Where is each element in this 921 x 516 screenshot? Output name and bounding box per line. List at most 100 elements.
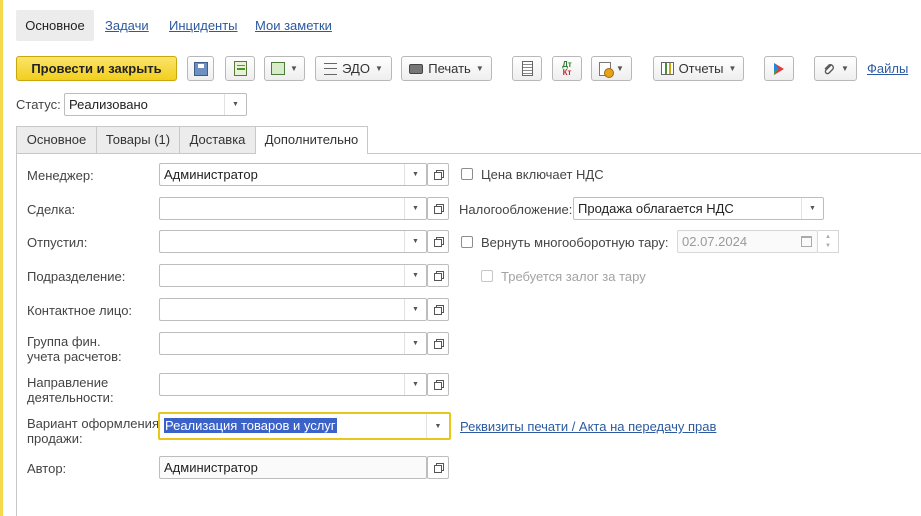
- date-spinner[interactable]: ▲ ▼: [818, 230, 839, 253]
- nav-my-notes[interactable]: Мои заметки: [255, 10, 332, 41]
- return-tare-label: Вернуть многооборотную тару:: [481, 235, 669, 250]
- reports-label: Отчеты: [678, 61, 724, 76]
- manager-field[interactable]: Администратор ▼: [159, 163, 427, 186]
- chevron-down-icon[interactable]: ▼: [404, 333, 426, 354]
- price-incl-vat-checkbox[interactable]: [461, 168, 473, 180]
- print-button[interactable]: Печать ▼: [401, 56, 492, 81]
- nav-main[interactable]: Основное: [16, 10, 94, 41]
- dt-kt-icon: Дт Кт: [562, 60, 572, 77]
- manager-value: Администратор: [164, 167, 258, 182]
- return-tare-date-field[interactable]: 02.07.2024: [677, 230, 818, 253]
- fin-group-open-button[interactable]: [427, 332, 449, 355]
- nav-tasks[interactable]: Задачи: [105, 10, 149, 41]
- chevron-down-icon[interactable]: ▼: [224, 94, 246, 115]
- files-link[interactable]: Файлы: [867, 61, 908, 76]
- status-label: Статус:: [16, 97, 61, 112]
- author-open-button[interactable]: [427, 456, 449, 479]
- printer-icon: [409, 63, 424, 74]
- open-form-icon: [433, 339, 444, 349]
- open-form-icon: [433, 237, 444, 247]
- paperclip-icon: [824, 63, 834, 74]
- save-button[interactable]: [187, 56, 214, 81]
- direction-field[interactable]: ▼: [159, 373, 427, 396]
- related-documents-button[interactable]: ▼: [591, 56, 632, 81]
- author-label: Автор:: [27, 461, 67, 476]
- chevron-down-icon: ▼: [290, 64, 298, 73]
- chevron-down-icon[interactable]: ▼: [426, 414, 449, 438]
- create-based-on-button[interactable]: ▼: [264, 56, 305, 81]
- post-and-close-label: Провести и закрыть: [31, 61, 162, 76]
- deal-field[interactable]: ▼: [159, 197, 427, 220]
- attachments-button[interactable]: ▼: [814, 56, 857, 81]
- open-form-icon: [433, 305, 444, 315]
- journal-button[interactable]: [512, 56, 542, 81]
- tab-delivery[interactable]: Доставка: [179, 126, 256, 153]
- calendar-icon[interactable]: [796, 231, 817, 252]
- sale-variant-value: Реализация товаров и услуг: [164, 418, 337, 433]
- deposit-required-label: Требуется залог за тару: [501, 269, 646, 284]
- chevron-down-icon[interactable]: ▼: [404, 164, 426, 185]
- edo-icon: [324, 62, 338, 75]
- chevron-down-icon: ▼: [616, 64, 624, 73]
- play-icon: [774, 62, 784, 75]
- print-requisites-link[interactable]: Реквизиты печати / Акта на передачу прав: [460, 419, 716, 434]
- open-form-icon: [433, 271, 444, 281]
- tab-main[interactable]: Основное: [16, 126, 97, 153]
- shipped-by-open-button[interactable]: [427, 230, 449, 253]
- manager-open-button[interactable]: [427, 163, 449, 186]
- contact-field[interactable]: ▼: [159, 298, 427, 321]
- edo-button[interactable]: ЭДО ▼: [315, 56, 392, 81]
- spin-up-icon[interactable]: ▲: [825, 233, 831, 242]
- chevron-down-icon[interactable]: ▼: [404, 198, 426, 219]
- shipped-by-label: Отпустил:: [27, 235, 88, 250]
- sale-variant-field[interactable]: Реализация товаров и услуг ▼: [158, 412, 451, 440]
- shipped-by-field[interactable]: ▼: [159, 230, 427, 253]
- direction-label: Направление деятельности:: [27, 375, 114, 405]
- post-button[interactable]: [225, 56, 255, 81]
- create-based-on-icon: [271, 62, 286, 75]
- save-icon: [193, 61, 208, 76]
- price-incl-vat-label: Цена включает НДС: [481, 167, 604, 182]
- print-label: Печать: [428, 61, 471, 76]
- tab-goods[interactable]: Товары (1): [96, 126, 180, 153]
- chevron-down-icon: ▼: [728, 64, 737, 73]
- direction-open-button[interactable]: [427, 373, 449, 396]
- direction-label-line2: деятельности:: [27, 390, 114, 405]
- spin-down-icon[interactable]: ▼: [825, 242, 831, 251]
- contact-open-button[interactable]: [427, 298, 449, 321]
- reports-button[interactable]: Отчеты ▼: [653, 56, 744, 81]
- chevron-down-icon[interactable]: ▼: [404, 265, 426, 286]
- department-field[interactable]: ▼: [159, 264, 427, 287]
- tab-divider: [16, 153, 921, 154]
- chevron-down-icon[interactable]: ▼: [404, 374, 426, 395]
- sale-variant-label: Вариант оформления продажи:: [27, 416, 159, 446]
- manager-label: Менеджер:: [27, 168, 94, 183]
- status-select[interactable]: Реализовано ▼: [64, 93, 247, 116]
- department-open-button[interactable]: [427, 264, 449, 287]
- post-and-close-button[interactable]: Провести и закрыть: [16, 56, 177, 81]
- nav-incidents[interactable]: Инциденты: [169, 10, 238, 41]
- open-form-icon: [433, 204, 444, 214]
- files-link-text[interactable]: Файлы: [867, 61, 908, 76]
- related-documents-icon: [599, 61, 615, 78]
- edo-label: ЭДО: [342, 61, 370, 76]
- chevron-down-icon[interactable]: ▼: [801, 198, 823, 219]
- fin-group-field[interactable]: ▼: [159, 332, 427, 355]
- deal-open-button[interactable]: [427, 197, 449, 220]
- fin-group-label: Группа фин. учета расчетов:: [27, 334, 122, 364]
- chevron-down-icon[interactable]: ▼: [404, 231, 426, 252]
- author-field: Администратор: [159, 456, 427, 479]
- document-list-icon: [521, 61, 533, 76]
- tab-additional[interactable]: Дополнительно: [255, 126, 368, 154]
- print-requisites-link-text[interactable]: Реквизиты печати / Акта на передачу прав: [460, 419, 716, 434]
- play-button[interactable]: [764, 56, 794, 81]
- dt-kt-button[interactable]: Дт Кт: [552, 56, 582, 81]
- taxation-label: Налогообложение:: [459, 202, 573, 217]
- return-tare-date-value: 02.07.2024: [682, 234, 748, 249]
- return-tare-checkbox[interactable]: [461, 236, 473, 248]
- taxation-value: Продажа облагается НДС: [578, 201, 734, 216]
- taxation-select[interactable]: Продажа облагается НДС ▼: [573, 197, 824, 220]
- fin-group-label-line2: учета расчетов:: [27, 349, 122, 364]
- left-accent-strip: [0, 0, 3, 516]
- chevron-down-icon[interactable]: ▼: [404, 299, 426, 320]
